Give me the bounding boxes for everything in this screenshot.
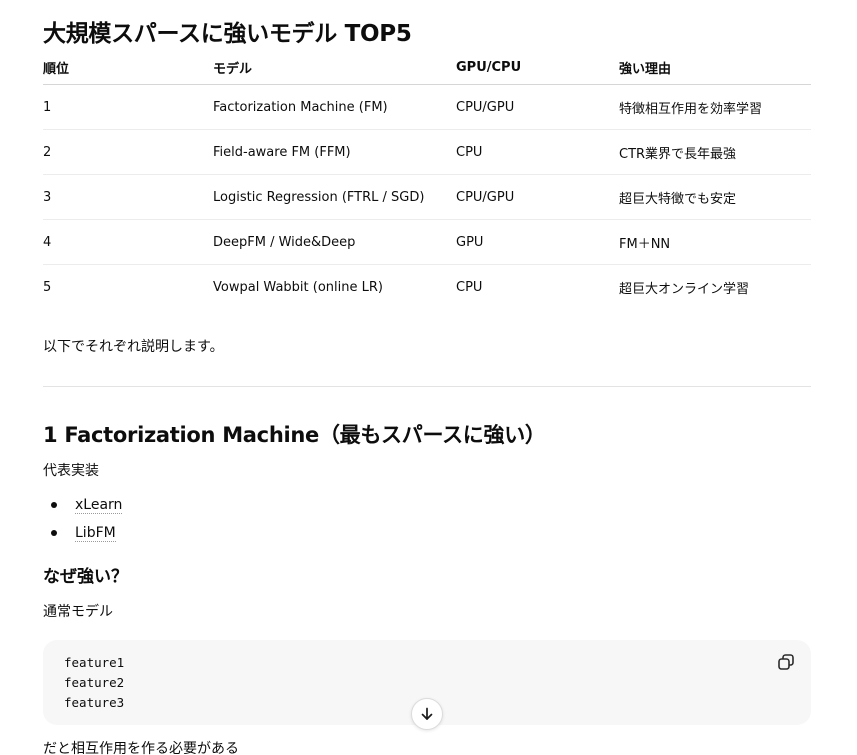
cell-rank: 5 [43, 280, 52, 295]
table-row: 4 DeepFM / Wide&Deep GPU FM＋NN [43, 220, 811, 265]
header-model: モデル [213, 61, 253, 77]
cell-hardware: CPU/GPU [456, 189, 515, 205]
code-content: feature1 feature2 feature3 [64, 653, 124, 713]
cell-model: Vowpal Wabbit (online LR) [213, 280, 383, 295]
bullet-icon [51, 530, 57, 536]
header-reason: 強い理由 [619, 61, 672, 77]
copy-icon [778, 654, 794, 670]
cell-rank: 2 [43, 144, 52, 160]
cell-hardware: GPU [456, 234, 484, 250]
cell-model: Logistic Regression (FTRL / SGD) [213, 189, 425, 205]
list-item: LibFM [43, 519, 122, 547]
intro-paragraph: 以下でそれぞれ説明します。 [43, 339, 224, 355]
table-header-row: 順位 モデル GPU/CPU 強い理由 [43, 52, 811, 85]
cell-rank: 3 [43, 189, 52, 205]
cell-reason: 超巨大オンライン学習 [619, 282, 750, 297]
bullet-icon [51, 502, 57, 508]
code-line: feature2 [64, 675, 125, 690]
implementation-list: xLearn LibFM [43, 491, 123, 547]
cell-rank: 4 [43, 234, 52, 250]
cell-hardware: CPU [456, 144, 483, 160]
cell-reason: FM＋NN [619, 236, 671, 252]
after-code-paragraph: だと相互作用を作る必要がある [43, 741, 239, 755]
list-item: xLearn [43, 491, 123, 519]
table-row: 2 Field-aware FM (FFM) CPU CTR業界で長年最強 [43, 130, 811, 175]
model-ranking-table: 順位 モデル GPU/CPU 強い理由 1 Factorization Mach… [43, 52, 811, 310]
arrow-down-icon [421, 707, 433, 720]
implementations-label: 代表実装 [43, 463, 99, 479]
table-row: 3 Logistic Regression (FTRL / SGD) CPU/G… [43, 175, 811, 220]
table-row: 5 Vowpal Wabbit (online LR) CPU 超巨大オンライン… [43, 265, 811, 310]
table-row: 1 Factorization Machine (FM) CPU/GPU 特徴相… [43, 85, 811, 130]
cell-hardware: CPU [456, 280, 483, 295]
normal-model-label: 通常モデル [43, 604, 113, 620]
code-line: feature3 [64, 695, 125, 710]
section-heading: 1 Factorization Machine（最もスパースに強い） [43, 423, 546, 447]
cell-rank: 1 [43, 99, 52, 115]
cell-reason: 超巨大特徴でも安定 [619, 191, 737, 207]
page-title: 大規模スパースに強いモデル TOP5 [43, 21, 412, 47]
code-line: feature1 [64, 655, 125, 670]
header-hardware: GPU/CPU [456, 59, 522, 75]
scroll-to-bottom-button[interactable] [411, 698, 443, 730]
cell-reason: CTR業界で長年最強 [619, 146, 737, 162]
libfm-link[interactable]: LibFM [75, 525, 116, 542]
section-divider [43, 386, 811, 387]
cell-reason: 特徴相互作用を効率学習 [619, 101, 763, 117]
cell-model: Factorization Machine (FM) [213, 99, 388, 115]
xlearn-link[interactable]: xLearn [75, 497, 123, 514]
cell-model: Field-aware FM (FFM) [213, 144, 351, 160]
copy-code-button[interactable] [775, 651, 797, 673]
cell-hardware: CPU/GPU [456, 99, 515, 115]
cell-model: DeepFM / Wide&Deep [213, 234, 356, 250]
why-heading: なぜ強い？ [43, 567, 128, 587]
header-rank: 順位 [43, 61, 70, 77]
chat-response: 大規模スパースに強いモデル TOP5 順位 モデル GPU/CPU 強い理由 1… [0, 0, 857, 755]
